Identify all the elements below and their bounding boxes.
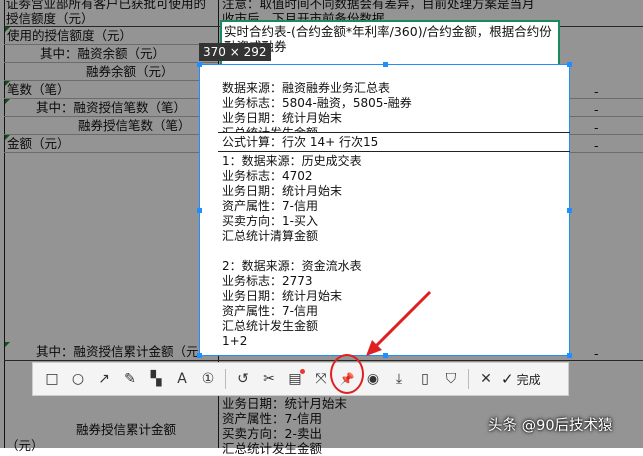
annotation-arrow xyxy=(366,290,432,356)
watermark: 头条 @90后技术猿 xyxy=(488,418,613,434)
